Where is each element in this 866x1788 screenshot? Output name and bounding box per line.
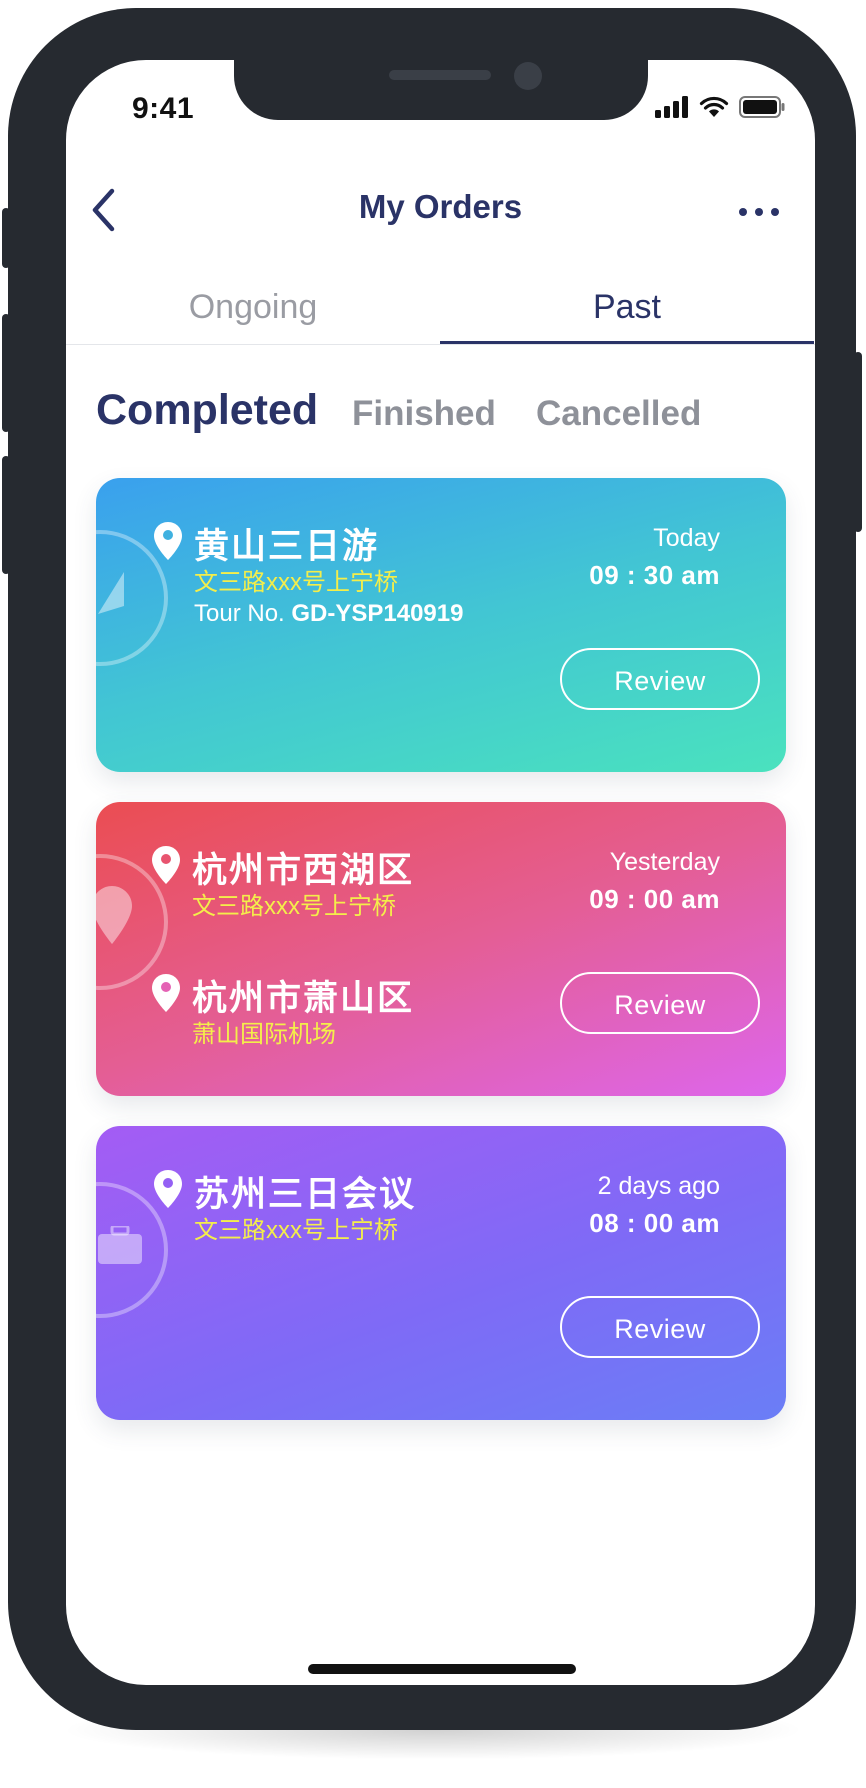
more-dot [771, 208, 779, 216]
order-time: 08 : 00 am [589, 1208, 720, 1238]
order-tabs: Ongoing Past [66, 280, 815, 345]
wifi-icon [699, 96, 729, 117]
review-button[interactable]: Review [560, 648, 760, 710]
filter-finished[interactable]: Finished [352, 394, 496, 434]
order-time: 09 : 00 am [589, 884, 720, 914]
order-card[interactable]: 黄山三日游 文三路xxx号上宁桥 Tour No. GD-YSP140919 T… [96, 478, 786, 772]
app-screen: 9:41 My Orders Ongoing Past Completed Fi… [66, 60, 815, 1685]
phone-frame: 9:41 My Orders Ongoing Past Completed Fi… [2, 8, 862, 1730]
destination-address: 萧山国际机场 [192, 1021, 336, 1048]
location-pin-icon [152, 846, 180, 884]
order-time: 09 : 30 am [589, 560, 720, 590]
filter-completed[interactable]: Completed [96, 386, 318, 435]
status-filters: Completed Finished Cancelled [96, 386, 786, 446]
volume-up-button [2, 314, 10, 432]
speaker-grille [389, 70, 491, 80]
tour-id: GD-YSP140919 [291, 600, 464, 627]
review-button[interactable]: Review [560, 972, 760, 1034]
order-address: 文三路xxx号上宁桥 [194, 569, 398, 596]
compass-icon [98, 572, 124, 614]
location-pin-icon [154, 1170, 182, 1208]
order-address: 文三路xxx号上宁桥 [194, 1217, 398, 1244]
signal-icon [655, 96, 688, 118]
map-pin-icon [96, 886, 132, 944]
tab-ongoing[interactable]: Ongoing [66, 280, 440, 344]
status-time: 9:41 [132, 92, 195, 125]
tour-number: Tour No. GD-YSP140919 [194, 600, 463, 628]
volume-down-button [2, 456, 10, 574]
more-dot [755, 208, 763, 216]
briefcase-icon [98, 1226, 142, 1264]
home-indicator[interactable] [308, 1664, 576, 1674]
order-day: 2 days ago [597, 1172, 720, 1200]
order-day: Today [653, 524, 720, 552]
order-address: 文三路xxx号上宁桥 [192, 893, 396, 920]
power-button [854, 352, 862, 532]
order-day: Yesterday [609, 848, 720, 876]
mute-switch [2, 208, 10, 268]
location-pin-icon [154, 522, 182, 560]
review-button[interactable]: Review [560, 1296, 760, 1358]
tab-past[interactable]: Past [440, 280, 814, 344]
more-options-button[interactable] [729, 192, 789, 232]
order-card[interactable]: 杭州市西湖区 文三路xxx号上宁桥 杭州市萧山区 萧山国际机场 Yesterda… [96, 802, 786, 1096]
order-card[interactable]: 苏州三日会议 文三路xxx号上宁桥 2 days ago 08 : 00 am … [96, 1126, 786, 1420]
camera-icon [514, 62, 542, 90]
more-dots-icon [739, 208, 747, 216]
tour-label: Tour No. [194, 600, 285, 627]
page-title: My Orders [358, 188, 523, 225]
navigation-bar: My Orders [66, 170, 815, 250]
filter-cancelled[interactable]: Cancelled [536, 394, 701, 434]
notch [234, 60, 648, 120]
status-icons [655, 96, 785, 118]
location-pin-icon [152, 974, 180, 1012]
battery-icon [739, 96, 785, 118]
